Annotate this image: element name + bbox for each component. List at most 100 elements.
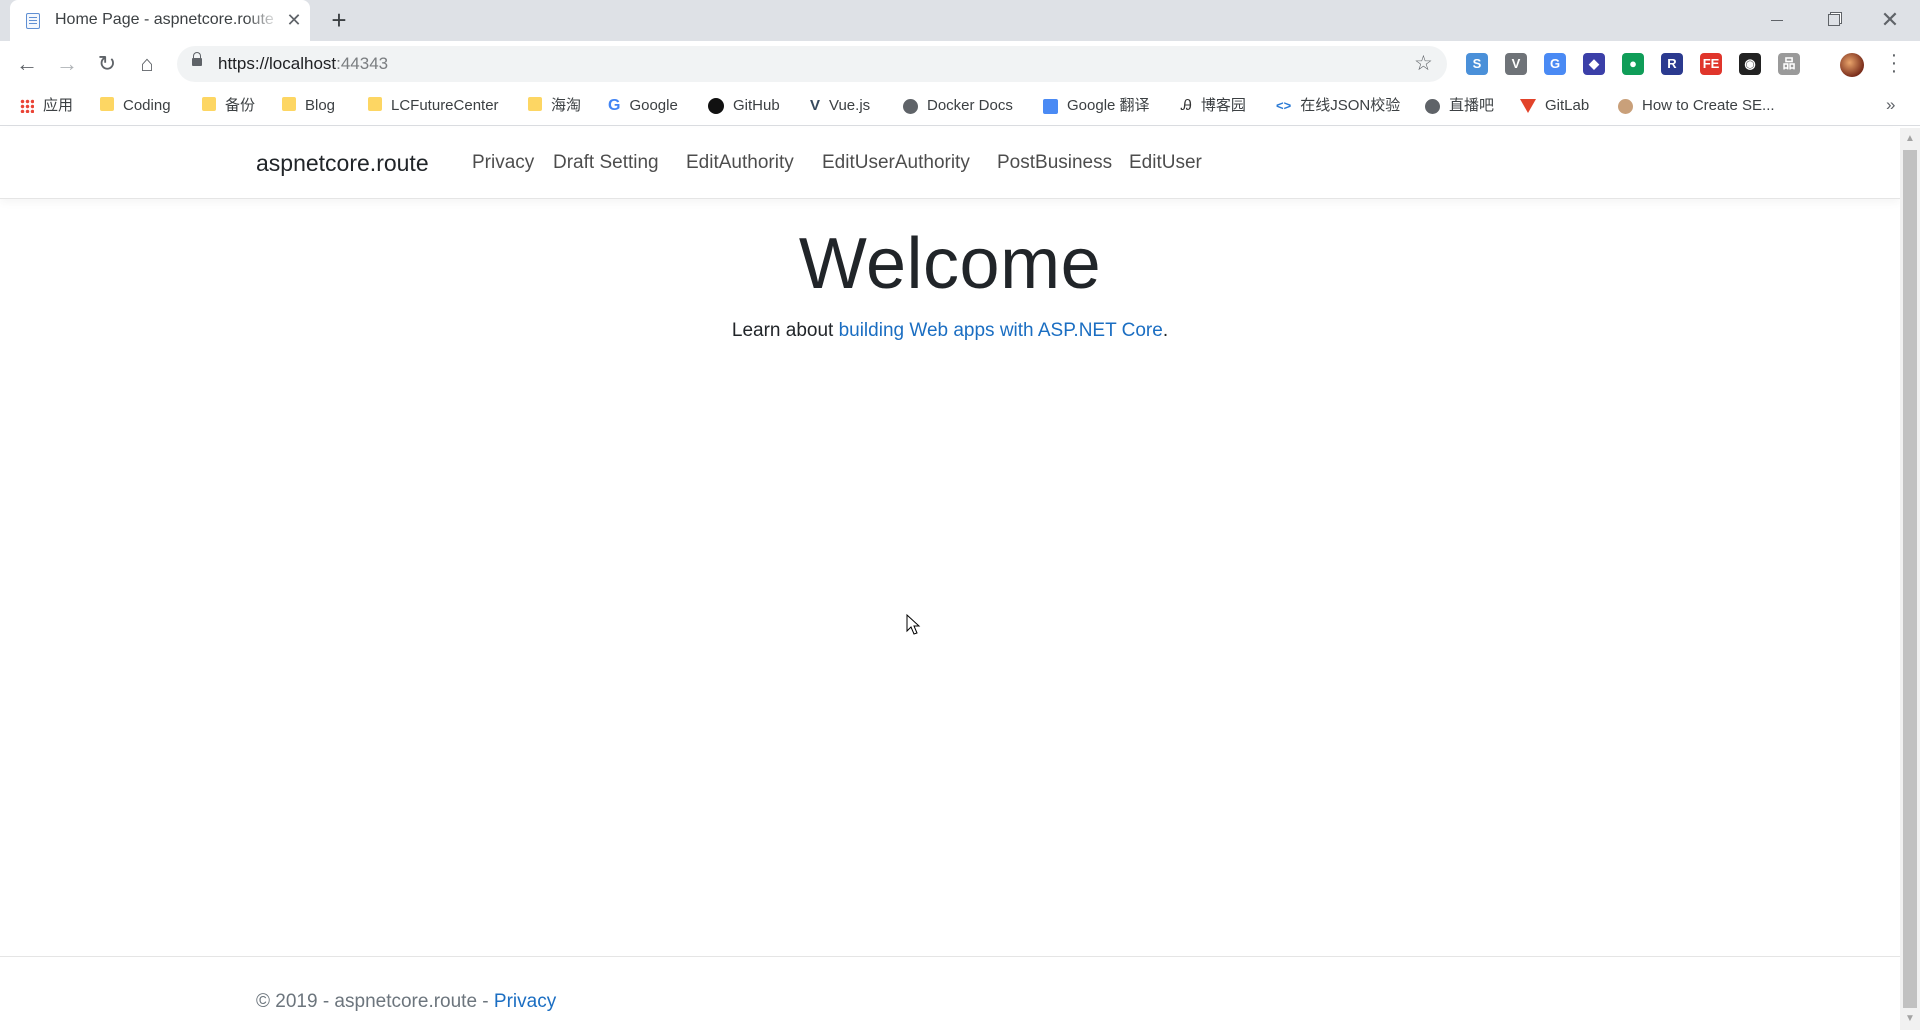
tab-close-icon[interactable]: ✕ xyxy=(284,9,304,31)
bookmark-item[interactable]: 备份 xyxy=(202,95,255,117)
nav-link-privacy[interactable]: Privacy xyxy=(472,152,534,174)
bookmark-item[interactable]: 直播吧 xyxy=(1425,95,1494,117)
nav-link-edit-user[interactable]: EditUser xyxy=(1129,152,1202,174)
profile-avatar[interactable] xyxy=(1840,53,1864,77)
folder-icon xyxy=(282,97,296,112)
bookmark-label: GitHub xyxy=(733,97,780,114)
json-icon: <> xyxy=(1276,98,1292,114)
bookmark-item[interactable]: V Vue.js xyxy=(810,95,870,117)
browser-tab[interactable]: Home Page - aspnetcore.route ✕ xyxy=(10,0,310,41)
r-extension-icon[interactable]: R xyxy=(1661,53,1683,75)
reload-button[interactable]: ↻ xyxy=(93,51,121,79)
bookmark-label: 在线JSON校验 xyxy=(1300,97,1401,114)
page-scrollbar[interactable]: ▲ ▼ xyxy=(1900,128,1920,1030)
page-favicon-icon xyxy=(26,13,40,29)
bookmark-label: 海淘 xyxy=(551,97,582,114)
restore-button[interactable] xyxy=(1814,6,1854,34)
github-icon xyxy=(708,98,724,115)
site-brand-link[interactable]: aspnetcore.route xyxy=(256,150,429,177)
folder-icon xyxy=(528,97,542,112)
new-tab-button[interactable]: + xyxy=(325,6,353,34)
bookmark-item[interactable]: Ꭿ 博客园 xyxy=(1181,95,1246,117)
bookmark-item[interactable]: Google 翻译 xyxy=(1043,95,1150,117)
bookmark-label: 博客园 xyxy=(1200,97,1246,114)
web-page: aspnetcore.route Privacy Draft Setting E… xyxy=(0,128,1900,1030)
avatar-icon xyxy=(1618,98,1633,114)
browser-chrome: Home Page - aspnetcore.route ✕ + ✕ ← → ↻… xyxy=(0,0,1920,128)
bookmark-label: Blog xyxy=(305,97,336,114)
bookmark-star-icon[interactable]: ☆ xyxy=(1414,51,1433,76)
url-text[interactable]: https://localhost:44343 xyxy=(218,54,388,74)
site-navbar: aspnetcore.route Privacy Draft Setting E… xyxy=(0,128,1900,199)
globe-icon xyxy=(903,98,918,114)
nav-link-post-business[interactable]: PostBusiness xyxy=(997,152,1112,174)
scrollbar-thumb[interactable] xyxy=(1903,150,1917,1008)
url-host: https://localhost xyxy=(218,54,337,73)
nav-link-draft-setting[interactable]: Draft Setting xyxy=(553,152,659,174)
vue-devtools-icon[interactable]: V xyxy=(1505,53,1527,75)
bookmark-item[interactable]: <> 在线JSON校验 xyxy=(1276,95,1400,117)
footer-copyright: © 2019 - aspnetcore.route - xyxy=(256,991,494,1012)
forward-button[interactable]: → xyxy=(53,51,81,79)
folder-icon xyxy=(368,97,382,112)
bookmark-label: Docker Docs xyxy=(927,97,1013,114)
bookmark-label: Vue.js xyxy=(829,97,871,114)
browser-menu-icon[interactable]: · · · xyxy=(1889,45,1899,81)
back-button[interactable]: ← xyxy=(13,51,41,79)
tree-extension-icon[interactable]: 品 xyxy=(1778,53,1800,75)
bookmark-label: GitLab xyxy=(1545,97,1590,114)
bookmark-item[interactable]: G Google xyxy=(608,95,678,117)
bookmark-item[interactable]: Docker Docs xyxy=(903,95,1013,117)
site-footer: © 2019 - aspnetcore.route - Privacy xyxy=(0,956,1900,1031)
address-bar[interactable]: https://localhost:44343 ☆ xyxy=(177,46,1447,82)
bookmarks-more-icon[interactable]: » xyxy=(1886,95,1895,115)
bookmark-item[interactable]: 海淘 xyxy=(528,95,581,117)
restore-icon xyxy=(1828,14,1840,26)
bookmark-item[interactable]: GitHub xyxy=(708,95,780,117)
aspnet-docs-link[interactable]: building Web apps with ASP.NET Core xyxy=(839,320,1163,341)
welcome-text: Learn about building Web apps with ASP.N… xyxy=(0,320,1900,342)
minimize-icon xyxy=(1771,20,1783,21)
bookmark-item[interactable]: How to Create SE... xyxy=(1618,95,1775,117)
bookmark-label: 应用 xyxy=(43,97,74,114)
welcome-heading: Welcome xyxy=(798,224,1102,304)
minimize-button[interactable] xyxy=(1757,6,1797,34)
google-translate-icon[interactable]: G xyxy=(1544,53,1566,75)
bookmark-item[interactable]: LCFutureCenter xyxy=(368,95,499,117)
tab-title: Home Page - aspnetcore.route xyxy=(55,11,274,28)
url-port: :44343 xyxy=(336,54,389,73)
green-circle-icon[interactable]: ● xyxy=(1622,53,1644,75)
fe-extension-icon[interactable]: FE xyxy=(1700,53,1722,75)
welcome-text-suffix: . xyxy=(1162,320,1169,341)
bookmark-label: Google 翻译 xyxy=(1067,97,1150,114)
footer-text: © 2019 - aspnetcore.route - Privacy xyxy=(256,991,556,1013)
tab-strip: Home Page - aspnetcore.route ✕ + ✕ xyxy=(0,0,1920,41)
footer-privacy-link[interactable]: Privacy xyxy=(494,991,556,1012)
nav-link-edit-user-authority[interactable]: EditUserAuthority xyxy=(822,152,970,174)
folder-icon xyxy=(100,97,114,112)
sync-icon[interactable]: S xyxy=(1466,53,1488,75)
lock-icon[interactable] xyxy=(192,52,202,66)
bookmark-label: 直播吧 xyxy=(1449,97,1495,114)
welcome-text-prefix: Learn about xyxy=(731,320,839,341)
home-button[interactable]: ⌂ xyxy=(133,51,161,79)
diamond-extension-icon[interactable]: ◆ xyxy=(1583,53,1605,75)
bookmark-label: How to Create SE... xyxy=(1642,97,1775,114)
window-close-button[interactable]: ✕ xyxy=(1870,6,1910,34)
bookmark-item[interactable]: GitLab xyxy=(1520,95,1589,117)
scroll-down-icon[interactable]: ▼ xyxy=(1900,1011,1920,1027)
mouse-cursor-icon xyxy=(906,613,921,635)
spy-extension-icon[interactable]: ◉ xyxy=(1739,53,1761,75)
bookmark-item[interactable]: Blog xyxy=(282,95,335,117)
bookmark-item[interactable]: 应用 xyxy=(20,95,73,117)
bookmark-label: 备份 xyxy=(225,97,256,114)
scroll-up-icon[interactable]: ▲ xyxy=(1900,131,1920,147)
bookmarks-bar: 应用 Coding 备份 Blog LCFutureCenter 海淘 G Google Git… xyxy=(0,87,1920,126)
apps-grid-icon xyxy=(20,99,34,114)
gitlab-icon xyxy=(1520,99,1536,114)
bookmark-item[interactable]: Coding xyxy=(100,95,171,117)
bookmark-label: Coding xyxy=(123,97,171,114)
google-icon: G xyxy=(608,97,621,115)
nav-link-edit-authority[interactable]: EditAuthority xyxy=(686,152,794,174)
vue-icon: V xyxy=(810,97,821,115)
